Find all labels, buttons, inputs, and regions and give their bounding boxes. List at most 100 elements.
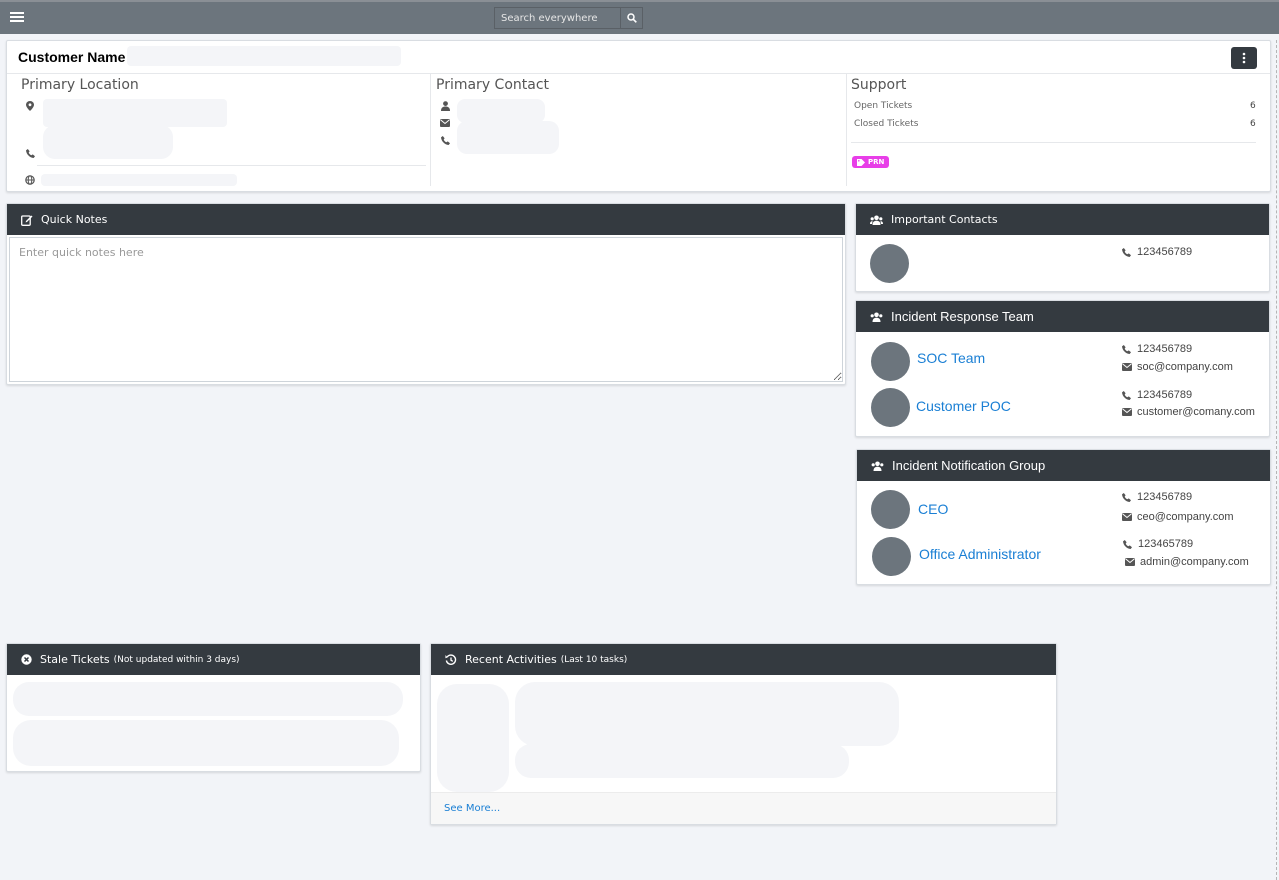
users-icon [871, 461, 884, 471]
member-email-text[interactable]: soc@company.com [1137, 361, 1233, 373]
member-email: customer@comany.com [1122, 406, 1255, 418]
menu-icon[interactable] [10, 10, 24, 24]
important-contacts-card: Important Contacts 123456789 [855, 203, 1270, 292]
avatar [870, 244, 909, 283]
phone-icon [1123, 539, 1133, 549]
redacted-block [127, 46, 401, 66]
search-bar [494, 7, 643, 29]
envelope-icon [1122, 408, 1132, 416]
stale-tickets-subtitle: (Not updated within 3 days) [113, 654, 240, 665]
see-more-bar: See More... [431, 792, 1056, 824]
member-email: ceo@company.com [1122, 511, 1234, 523]
globe-icon [25, 175, 35, 185]
member-email-text[interactable]: ceo@company.com [1137, 511, 1234, 523]
users-icon [870, 215, 883, 225]
envelope-icon [1125, 558, 1135, 566]
redacted-block [13, 682, 403, 716]
member-name-ceo[interactable]: CEO [918, 501, 948, 517]
member-name-office-administrator[interactable]: Office Administrator [919, 546, 1041, 562]
top-navbar [0, 0, 1279, 34]
envelope-icon [440, 118, 450, 128]
member-phone-text: 123456789 [1137, 389, 1193, 401]
prn-tag[interactable]: PRN [852, 156, 890, 168]
member-email-text[interactable]: customer@comany.com [1137, 406, 1255, 418]
primary-location-label: Primary Location [21, 77, 139, 93]
see-more-link[interactable]: See More... [444, 803, 500, 814]
envelope-icon [1122, 513, 1132, 521]
prn-tag-label: PRN [868, 158, 885, 166]
member-email-text[interactable]: admin@company.com [1140, 556, 1249, 568]
avatar [871, 388, 910, 427]
divider [430, 74, 431, 186]
recent-activities-card: Recent Activities (Last 10 tasks) See Mo… [430, 643, 1057, 825]
times-circle-icon [21, 654, 32, 665]
avatar [871, 490, 910, 529]
page-edge [1276, 40, 1277, 880]
search-icon [626, 13, 637, 23]
redacted-block [457, 121, 559, 154]
stale-tickets-card: Stale Tickets (Not updated within 3 days… [6, 643, 421, 772]
redacted-block [437, 684, 509, 792]
important-contacts-title: Important Contacts [891, 213, 998, 226]
redacted-block [515, 682, 899, 746]
kebab-menu-button[interactable] [1231, 47, 1257, 69]
quick-notes-header: Quick Notes [7, 204, 845, 235]
member-name-customer-poc[interactable]: Customer POC [916, 398, 1011, 414]
closed-tickets-label: Closed Tickets [854, 119, 919, 129]
incident-response-header: Incident Response Team [856, 301, 1269, 332]
incident-response-card: Incident Response Team SOC Team 12345678… [855, 300, 1270, 437]
incident-notification-title: Incident Notification Group [892, 458, 1046, 473]
closed-tickets-value: 6 [1250, 119, 1256, 129]
redacted-block [41, 174, 237, 186]
redacted-block [43, 125, 173, 159]
tag-icon [857, 158, 865, 166]
member-email: soc@company.com [1122, 361, 1233, 373]
support-label: Support [851, 77, 907, 93]
phone-icon [440, 135, 450, 145]
divider [851, 142, 1256, 143]
redacted-block [457, 99, 545, 123]
redacted-block [43, 99, 227, 127]
stale-tickets-title: Stale Tickets [40, 653, 110, 666]
primary-contact-label: Primary Contact [436, 77, 550, 93]
member-phone-text: 123456789 [1137, 343, 1193, 355]
history-icon [445, 653, 457, 666]
edit-icon [21, 214, 33, 226]
member-phone-text: 123456789 [1137, 491, 1193, 503]
open-tickets-value: 6 [1250, 101, 1256, 111]
quick-notes-card: Quick Notes [6, 203, 846, 385]
phone-icon [1122, 344, 1132, 354]
incident-notification-card: Incident Notification Group CEO 12345678… [856, 449, 1271, 585]
divider [7, 73, 1270, 74]
phone-icon [1122, 247, 1132, 257]
customer-title: Customer Name [18, 49, 126, 65]
incident-response-title: Incident Response Team [891, 309, 1034, 324]
incident-notification-header: Incident Notification Group [857, 450, 1270, 481]
map-marker-icon [25, 101, 35, 111]
kebab-icon [1242, 52, 1246, 64]
quick-notes-title: Quick Notes [41, 213, 108, 226]
avatar [872, 537, 911, 576]
open-tickets-label: Open Tickets [854, 101, 913, 111]
avatar [871, 342, 910, 381]
member-name-soc-team[interactable]: SOC Team [917, 350, 985, 366]
member-phone-text: 123465789 [1138, 538, 1194, 550]
member-phone: 123456789 [1122, 389, 1192, 401]
contact-phone: 123456789 [1122, 246, 1192, 258]
recent-activities-header: Recent Activities (Last 10 tasks) [431, 644, 1056, 675]
user-icon [440, 101, 450, 111]
phone-icon [25, 148, 35, 158]
member-phone: 123456789 [1122, 491, 1192, 503]
customer-card: Customer Name Primary Location Primary C… [6, 40, 1271, 192]
quick-notes-textarea[interactable] [9, 237, 843, 382]
search-input[interactable] [494, 7, 621, 29]
member-phone: 123465789 [1123, 538, 1193, 550]
phone-icon [1122, 390, 1132, 400]
search-button[interactable] [621, 7, 643, 29]
recent-activities-title: Recent Activities [465, 653, 557, 666]
divider [846, 74, 847, 186]
important-contacts-header: Important Contacts [856, 204, 1269, 235]
phone-icon [1122, 492, 1132, 502]
member-email: admin@company.com [1125, 556, 1249, 568]
member-phone: 123456789 [1122, 343, 1192, 355]
